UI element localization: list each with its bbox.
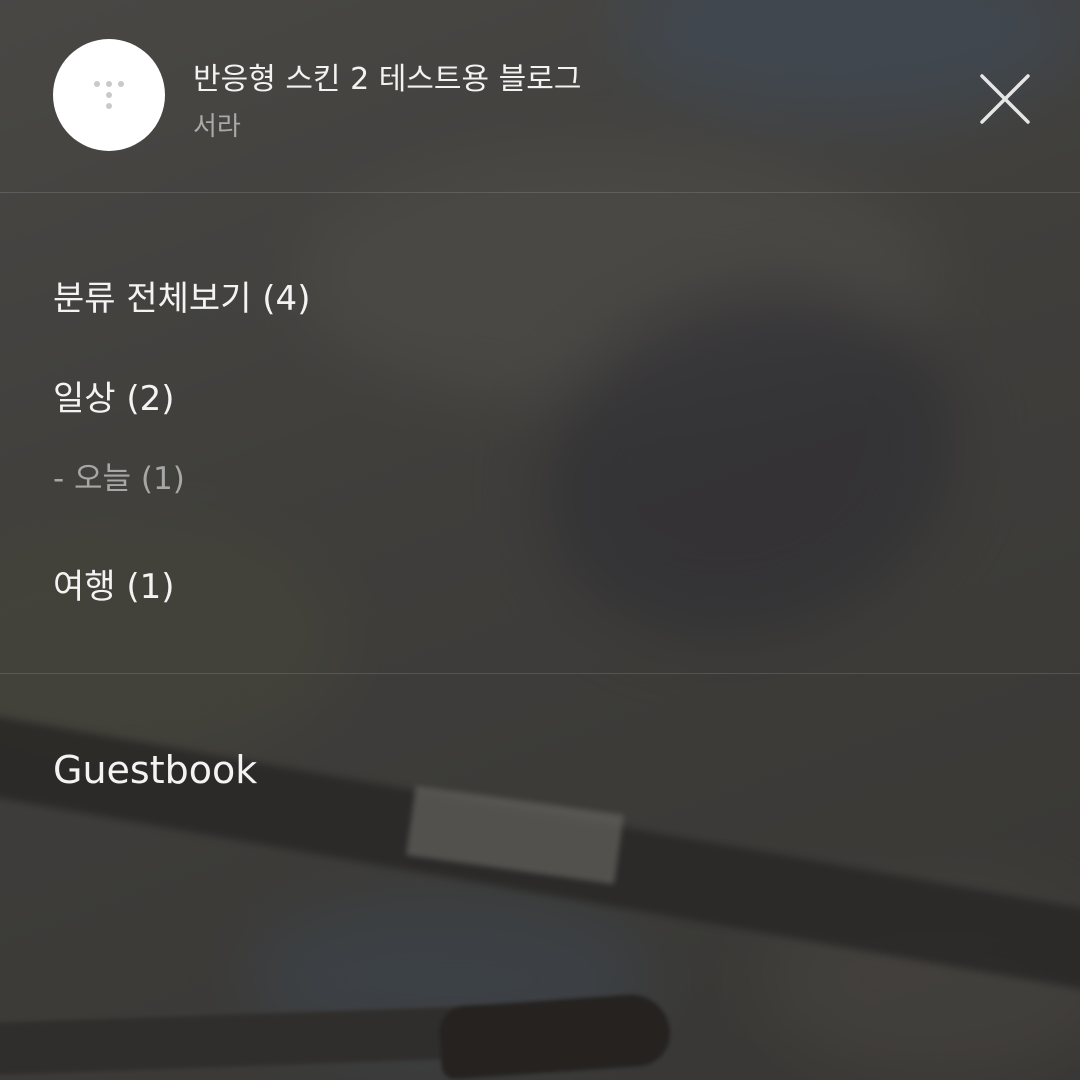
menu-header: 반응형 스킨 2 테스트용 블로그 서라 bbox=[0, 0, 1080, 193]
close-icon bbox=[980, 74, 1030, 124]
category-item-all[interactable]: 분류 전체보기 (4) bbox=[53, 271, 310, 320]
category-subitem-today[interactable]: - 오늘 (1) bbox=[53, 453, 185, 498]
blog-title[interactable]: 반응형 스킨 2 테스트용 블로그 bbox=[193, 54, 581, 98]
guestbook-link[interactable]: Guestbook bbox=[53, 748, 257, 792]
side-menu-panel: 반응형 스킨 2 테스트용 블로그 서라 분류 전체보기 (4) 일상 (2) … bbox=[0, 0, 1080, 1080]
blog-avatar[interactable] bbox=[53, 39, 165, 151]
tistory-t-logo-icon bbox=[94, 81, 124, 109]
category-item-daily[interactable]: 일상 (2) bbox=[53, 371, 175, 420]
category-item-travel[interactable]: 여행 (1) bbox=[53, 559, 175, 608]
blog-author: 서라 bbox=[193, 112, 241, 142]
close-button[interactable] bbox=[974, 68, 1036, 130]
category-list: 분류 전체보기 (4) 일상 (2) - 오늘 (1) 여행 (1) bbox=[0, 193, 1080, 674]
